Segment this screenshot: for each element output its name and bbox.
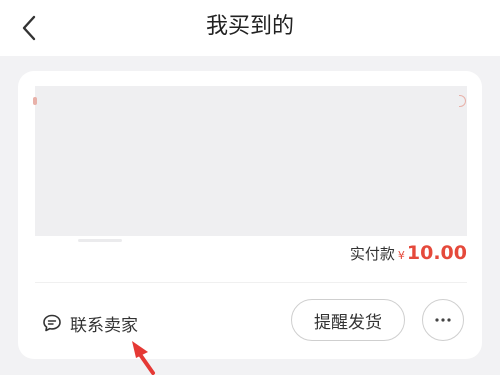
currency-symbol: ¥	[397, 249, 405, 262]
status-mark-left	[33, 97, 37, 105]
payment-summary: 实付款 ¥ 10.00	[350, 242, 467, 268]
chat-bubble-icon	[43, 314, 61, 332]
paid-amount: 10.00	[406, 242, 467, 264]
more-horizontal-icon	[435, 318, 451, 322]
top-navigation-bar: 我买到的	[0, 0, 500, 56]
contact-seller-button[interactable]: 联系卖家	[41, 311, 138, 336]
paid-amount-label: 实付款	[349, 245, 395, 263]
page-title: 我买到的	[205, 14, 294, 39]
red-arrow-icon	[132, 341, 155, 375]
order-card: 实付款 ¥ 10.00 联系卖家 提醒发货	[18, 71, 482, 359]
order-content-placeholder	[35, 86, 467, 236]
more-options-button[interactable]	[422, 299, 464, 341]
remind-shipping-button[interactable]: 提醒发货	[291, 299, 405, 341]
contact-seller-label: 联系卖家	[70, 315, 138, 336]
divider	[35, 282, 467, 283]
placeholder-mark	[78, 239, 122, 242]
